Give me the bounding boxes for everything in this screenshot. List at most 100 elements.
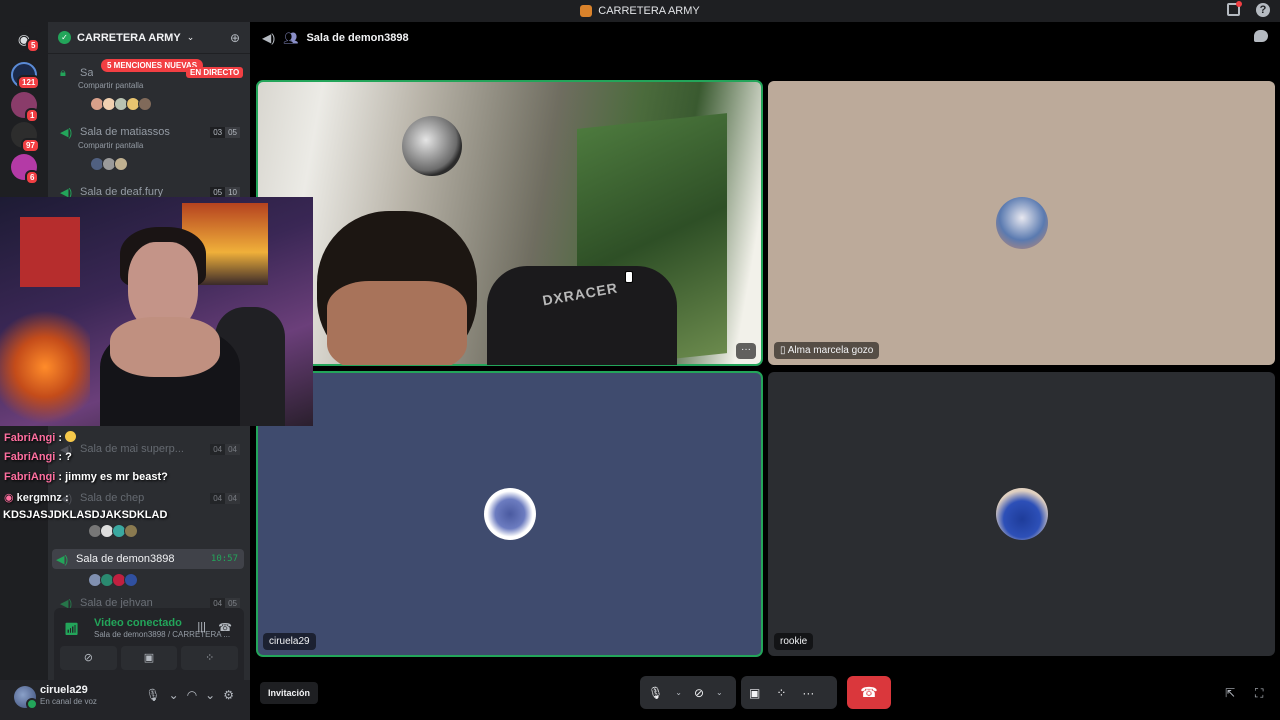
member-limit: 05: [225, 598, 240, 608]
window-title: CARRETERA ARMY: [580, 5, 700, 17]
avatar: [483, 488, 536, 540]
noise-suppression-icon[interactable]: |||: [197, 621, 206, 633]
popout-icon[interactable]: ⇱: [1225, 686, 1235, 700]
voice-channel[interactable]: ◀) Sala de matiassos 03 05: [56, 122, 246, 142]
video-tile[interactable]: DXRACER ···: [256, 80, 763, 366]
live-badge: EN DIRECTO: [186, 67, 244, 78]
participant-tile[interactable]: rookie: [768, 372, 1275, 656]
participant-name-text: Alma marcela gozo: [787, 345, 874, 356]
channel-name: Sala de matiassos: [80, 126, 170, 138]
call-timer: 10:57: [210, 554, 238, 564]
user-status: En canal de voz: [40, 697, 97, 706]
voice-channel[interactable]: ◀) Sala de jehvan 04 05: [56, 598, 246, 608]
chevron-down-icon[interactable]: ⌄: [712, 688, 727, 697]
speaker-icon: ◀): [60, 126, 73, 139]
member-count: 03: [210, 126, 226, 138]
chat-message: FabriAngi :: [4, 431, 77, 444]
user-badge-icon: ◉: [4, 492, 14, 504]
mic-camera-controls: 🎙︎ ⌄ ⊘ ⌄: [640, 676, 736, 709]
activities-icon[interactable]: ⁘: [768, 686, 794, 700]
participant-tile[interactable]: ciruela29: [256, 371, 763, 657]
avatar: [995, 488, 1048, 540]
more-icon[interactable]: ···: [794, 686, 822, 700]
channel-activity: Compartir pantalla: [78, 141, 144, 150]
avatar[interactable]: [14, 686, 38, 710]
lock-icon: 🔒︎: [60, 66, 66, 79]
server-badge: 5: [26, 38, 41, 53]
activities-button[interactable]: ⁘: [181, 646, 239, 670]
mic-icon[interactable]: 🎙︎: [640, 686, 671, 700]
share-controls: ▣ ⁘ ···: [741, 676, 837, 709]
mic-icon[interactable]: 🎙︎: [145, 688, 160, 702]
streamer-webcam: [0, 197, 313, 426]
connection-status: Video conectado: [94, 617, 182, 629]
member-count: 05: [210, 186, 226, 198]
signal-icon[interactable]: 📶︎: [64, 622, 79, 636]
disconnect-icon[interactable]: ☎: [218, 621, 232, 634]
member-count: 04: [210, 598, 226, 608]
avatar[interactable]: [124, 573, 138, 587]
chat-user: FabriAngi: [4, 471, 56, 483]
inbox-icon[interactable]: [1227, 1, 1242, 16]
chat-message: FabriAngi : ?: [4, 451, 72, 463]
chevron-down-icon[interactable]: ⌄: [169, 688, 179, 702]
server-logo-icon: [580, 5, 593, 17]
mouse-cursor: [625, 271, 633, 283]
chat-message: ◉ kergmnz :: [4, 492, 69, 504]
connected-channel[interactable]: Sala de demon3898 / CARRETERA ...: [94, 630, 230, 639]
video-feed: [402, 116, 462, 176]
speaker-icon: ◀): [56, 553, 69, 566]
username[interactable]: ciruela29: [40, 684, 88, 696]
participant-name: rookie: [774, 633, 814, 650]
chevron-down-icon[interactable]: ⌄: [671, 688, 686, 697]
help-icon[interactable]: ?: [1256, 3, 1270, 17]
voice-channel-active[interactable]: ◀) Sala de demon3898 10:57: [52, 549, 244, 569]
speaker-icon: ◀): [60, 598, 73, 608]
channel-members: [90, 157, 128, 171]
channel-name: Sa: [80, 67, 94, 79]
title-bar: CARRETERA ARMY ?: [0, 0, 1280, 22]
chat-icon[interactable]: [1254, 30, 1268, 42]
webcam-feed: [0, 307, 90, 426]
chat-user: FabriAngi: [4, 451, 56, 463]
fullscreen-icon[interactable]: ⛶: [1255, 686, 1263, 701]
camera-off-button[interactable]: ⊘: [60, 646, 117, 670]
server-badge: 6: [25, 170, 40, 185]
channel-members: [90, 97, 152, 111]
video-feed-text: DXRACER: [541, 279, 620, 309]
invite-button[interactable]: Invitación: [260, 682, 319, 704]
screen-share-icon[interactable]: ▣: [741, 686, 768, 700]
hangup-button[interactable]: ☎: [847, 676, 891, 709]
participant-tile[interactable]: ▯ Alma marcela gozo: [768, 81, 1275, 365]
camera-off-icon[interactable]: ⊘: [686, 686, 712, 700]
chevron-down-icon[interactable]: ⌄: [205, 688, 215, 702]
chat-user: kergmnz: [16, 492, 62, 504]
window-title-text: CARRETERA ARMY: [598, 5, 700, 17]
avatar: [995, 197, 1048, 249]
headphones-icon[interactable]: ◠: [187, 688, 197, 702]
participant-name: ▯ Alma marcela gozo: [774, 342, 880, 359]
server-badge: 1: [25, 108, 40, 123]
participant-name: ciruela29: [263, 633, 316, 650]
chat-text: jimmy es mr beast?: [65, 471, 168, 483]
guild-header[interactable]: ✓ CARRETERA ARMY ⌄ ⊕: [48, 22, 250, 54]
webcam-feed: [20, 217, 80, 287]
members-icon: 👥︎: [283, 31, 299, 45]
video-feed: DXRACER: [487, 266, 677, 365]
chat-text: KDSJASJDKLASDJAKSDKLAD: [3, 509, 168, 521]
stream-chat-overlay: FabriAngi : FabriAngi : ? FabriAngi : ji…: [0, 428, 230, 528]
member-limit: 10: [225, 186, 240, 198]
speaker-icon: ◀): [262, 31, 276, 45]
settings-icon[interactable]: ⚙: [223, 688, 234, 702]
channel-name: Sala de demon3898: [76, 553, 175, 565]
chat-message: FabriAngi : jimmy es mr beast?: [4, 471, 168, 483]
avatar[interactable]: [114, 157, 128, 171]
voice-connection-panel: 📶︎ Video conectado Sala de demon3898 / C…: [54, 608, 244, 680]
chat-text: ?: [65, 451, 72, 463]
call-header: ◀) 👥︎ Sala de demon3898: [250, 22, 1280, 54]
screen-share-button[interactable]: ▣: [120, 646, 178, 670]
avatar[interactable]: [138, 97, 152, 111]
verified-icon: ✓: [58, 31, 71, 44]
more-icon[interactable]: ···: [736, 343, 756, 359]
add-member-icon[interactable]: ⊕: [230, 31, 240, 45]
